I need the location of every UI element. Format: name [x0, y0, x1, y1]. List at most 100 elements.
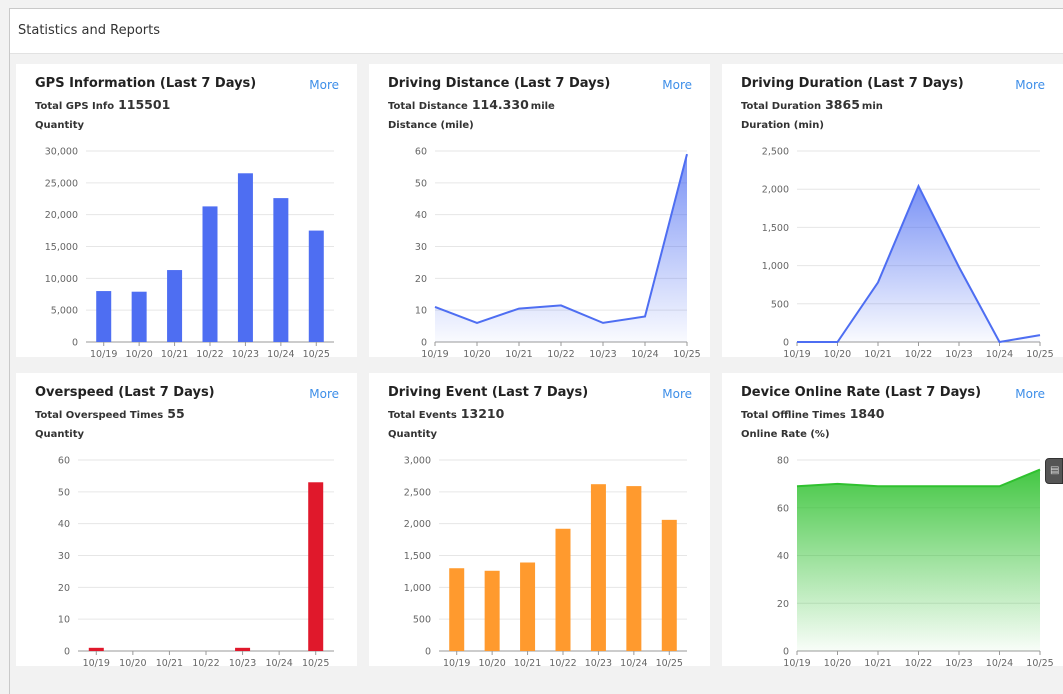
bar[interactable]: [235, 647, 251, 651]
y-tick-label: 0: [425, 647, 431, 658]
area-fill: [797, 469, 1040, 651]
y-tick-label: 60: [415, 147, 427, 158]
bar[interactable]: [590, 484, 606, 651]
x-tick-label: 10/24: [631, 349, 658, 360]
x-tick-label: 10/24: [267, 349, 294, 360]
y-tick-label: 60: [777, 503, 789, 514]
y-tick-label: 5,000: [51, 306, 78, 317]
x-tick-label: 10/21: [161, 349, 188, 360]
x-tick-label: 10/23: [585, 658, 612, 669]
bar[interactable]: [88, 647, 104, 651]
y-tick-label: 2,500: [404, 487, 431, 498]
gps-bar-chart: 0 5,000 10,000 15,000 20,000 25,000 30,000 10/1…: [45, 147, 334, 360]
bar[interactable]: [308, 482, 324, 651]
bar[interactable]: [484, 570, 500, 651]
overspeed-card: Overspeed (Last 7 Days) More Total Overs…: [16, 373, 357, 669]
distance-area-chart: 0 10 20 30 40 50 60 10/19 10/20 10/21 10/22 10/23 10…: [415, 147, 701, 361]
y-tick-label: 15,000: [45, 242, 78, 253]
y-tick-label: 10: [415, 306, 427, 317]
x-tick-label: 10/21: [505, 349, 532, 360]
y-tick-label: 80: [777, 456, 789, 467]
x-tick-label: 10/25: [303, 349, 330, 360]
series-line: [796, 468, 1041, 488]
x-tick-label: 10/21: [864, 349, 891, 360]
x-tick-label: 10/23: [232, 349, 259, 360]
bar[interactable]: [520, 562, 536, 651]
x-tick-label: 10/25: [673, 349, 700, 360]
x-tick-label: 10/19: [783, 349, 810, 360]
x-tick-label: 10/25: [1026, 658, 1053, 669]
bar[interactable]: [273, 198, 289, 342]
y-tick-label: 20,000: [45, 210, 78, 221]
y-tick-label: 1,500: [404, 551, 431, 562]
bar[interactable]: [237, 173, 253, 342]
event-bar-chart: 0 500 1,000 1,500 2,000 2,500 3,000 10/19 10/20 1…: [404, 456, 687, 669]
x-tick-label: 10/23: [229, 658, 256, 669]
x-tick-label: 10/20: [478, 658, 505, 669]
y-tick-label: 10: [58, 615, 70, 626]
x-tick-label: 10/24: [986, 658, 1013, 669]
list-icon: ▤: [1050, 465, 1060, 476]
x-tick-label: 10/21: [864, 658, 891, 669]
duration-area-chart: 0 500 1,000 1,500 2,000 2,500 10/19 10/20 10/21 1…: [762, 147, 1054, 361]
y-tick-label: 20: [58, 583, 70, 594]
y-tick-label: 0: [64, 647, 70, 658]
y-tick-label: 25,000: [45, 178, 78, 189]
x-tick-label: 10/24: [620, 658, 647, 669]
y-tick-label: 0: [72, 338, 78, 349]
driving-distance-card: Driving Distance (Last 7 Days) More Tota…: [369, 64, 710, 361]
overspeed-bar-chart: 0 10 20 30 40 50 60 10/19 10/20 10/21 10/22 10/23 10…: [58, 456, 334, 669]
y-tick-label: 40: [58, 519, 70, 530]
bar[interactable]: [96, 291, 112, 342]
y-tick-label: 0: [783, 647, 789, 658]
bar[interactable]: [308, 230, 324, 342]
y-tick-label: 10,000: [45, 274, 78, 285]
y-tick-label: 30: [415, 242, 427, 253]
bar[interactable]: [202, 206, 218, 342]
app-frame: Statistics and Reports GPS Information (…: [9, 8, 1063, 694]
x-tick-label: 10/25: [1026, 349, 1053, 360]
bar[interactable]: [626, 486, 642, 651]
y-tick-label: 1,500: [762, 223, 789, 234]
x-tick-label: 10/25: [656, 658, 683, 669]
x-tick-label: 10/21: [514, 658, 541, 669]
x-tick-label: 10/23: [945, 658, 972, 669]
y-tick-label: 1,000: [404, 583, 431, 594]
bar[interactable]: [167, 270, 183, 342]
y-tick-label: 2,000: [404, 519, 431, 530]
y-tick-label: 0: [783, 338, 789, 349]
y-tick-label: 40: [415, 210, 427, 221]
x-tick-label: 10/22: [192, 658, 219, 669]
bar[interactable]: [449, 568, 465, 651]
area-fill: [797, 186, 1040, 342]
x-tick-label: 10/20: [125, 349, 152, 360]
y-tick-label: 20: [415, 274, 427, 285]
x-tick-label: 10/24: [986, 349, 1013, 360]
x-tick-label: 10/22: [196, 349, 223, 360]
x-tick-label: 10/19: [90, 349, 117, 360]
x-tick-label: 10/23: [945, 349, 972, 360]
y-tick-label: 50: [58, 487, 70, 498]
bar[interactable]: [661, 519, 677, 651]
series-line: [434, 153, 688, 324]
y-tick-label: 1,000: [762, 261, 789, 272]
x-tick-label: 10/21: [156, 658, 183, 669]
y-tick-label: 0: [421, 338, 427, 349]
x-tick-label: 10/19: [443, 658, 470, 669]
x-tick-label: 10/19: [421, 349, 448, 360]
y-tick-label: 2,000: [762, 185, 789, 196]
x-tick-label: 10/20: [824, 349, 851, 360]
y-tick-label: 60: [58, 456, 70, 467]
gps-info-card: GPS Information (Last 7 Days) More Total…: [16, 64, 357, 360]
y-tick-label: 3,000: [404, 456, 431, 467]
side-panel-toggle-button[interactable]: ▤: [1045, 458, 1063, 484]
bar[interactable]: [555, 528, 571, 651]
x-tick-label: 10/19: [783, 658, 810, 669]
x-tick-label: 10/25: [302, 658, 329, 669]
y-tick-label: 30: [58, 551, 70, 562]
bar[interactable]: [131, 291, 147, 342]
online-rate-area-chart: 0 20 40 60 80 10/19 10/20 10/21 10/22 10/23 10/24 1…: [777, 456, 1054, 670]
driving-event-card: Driving Event (Last 7 Days) More Total E…: [369, 373, 710, 669]
x-tick-label: 10/20: [824, 658, 851, 669]
y-tick-label: 500: [771, 299, 789, 310]
